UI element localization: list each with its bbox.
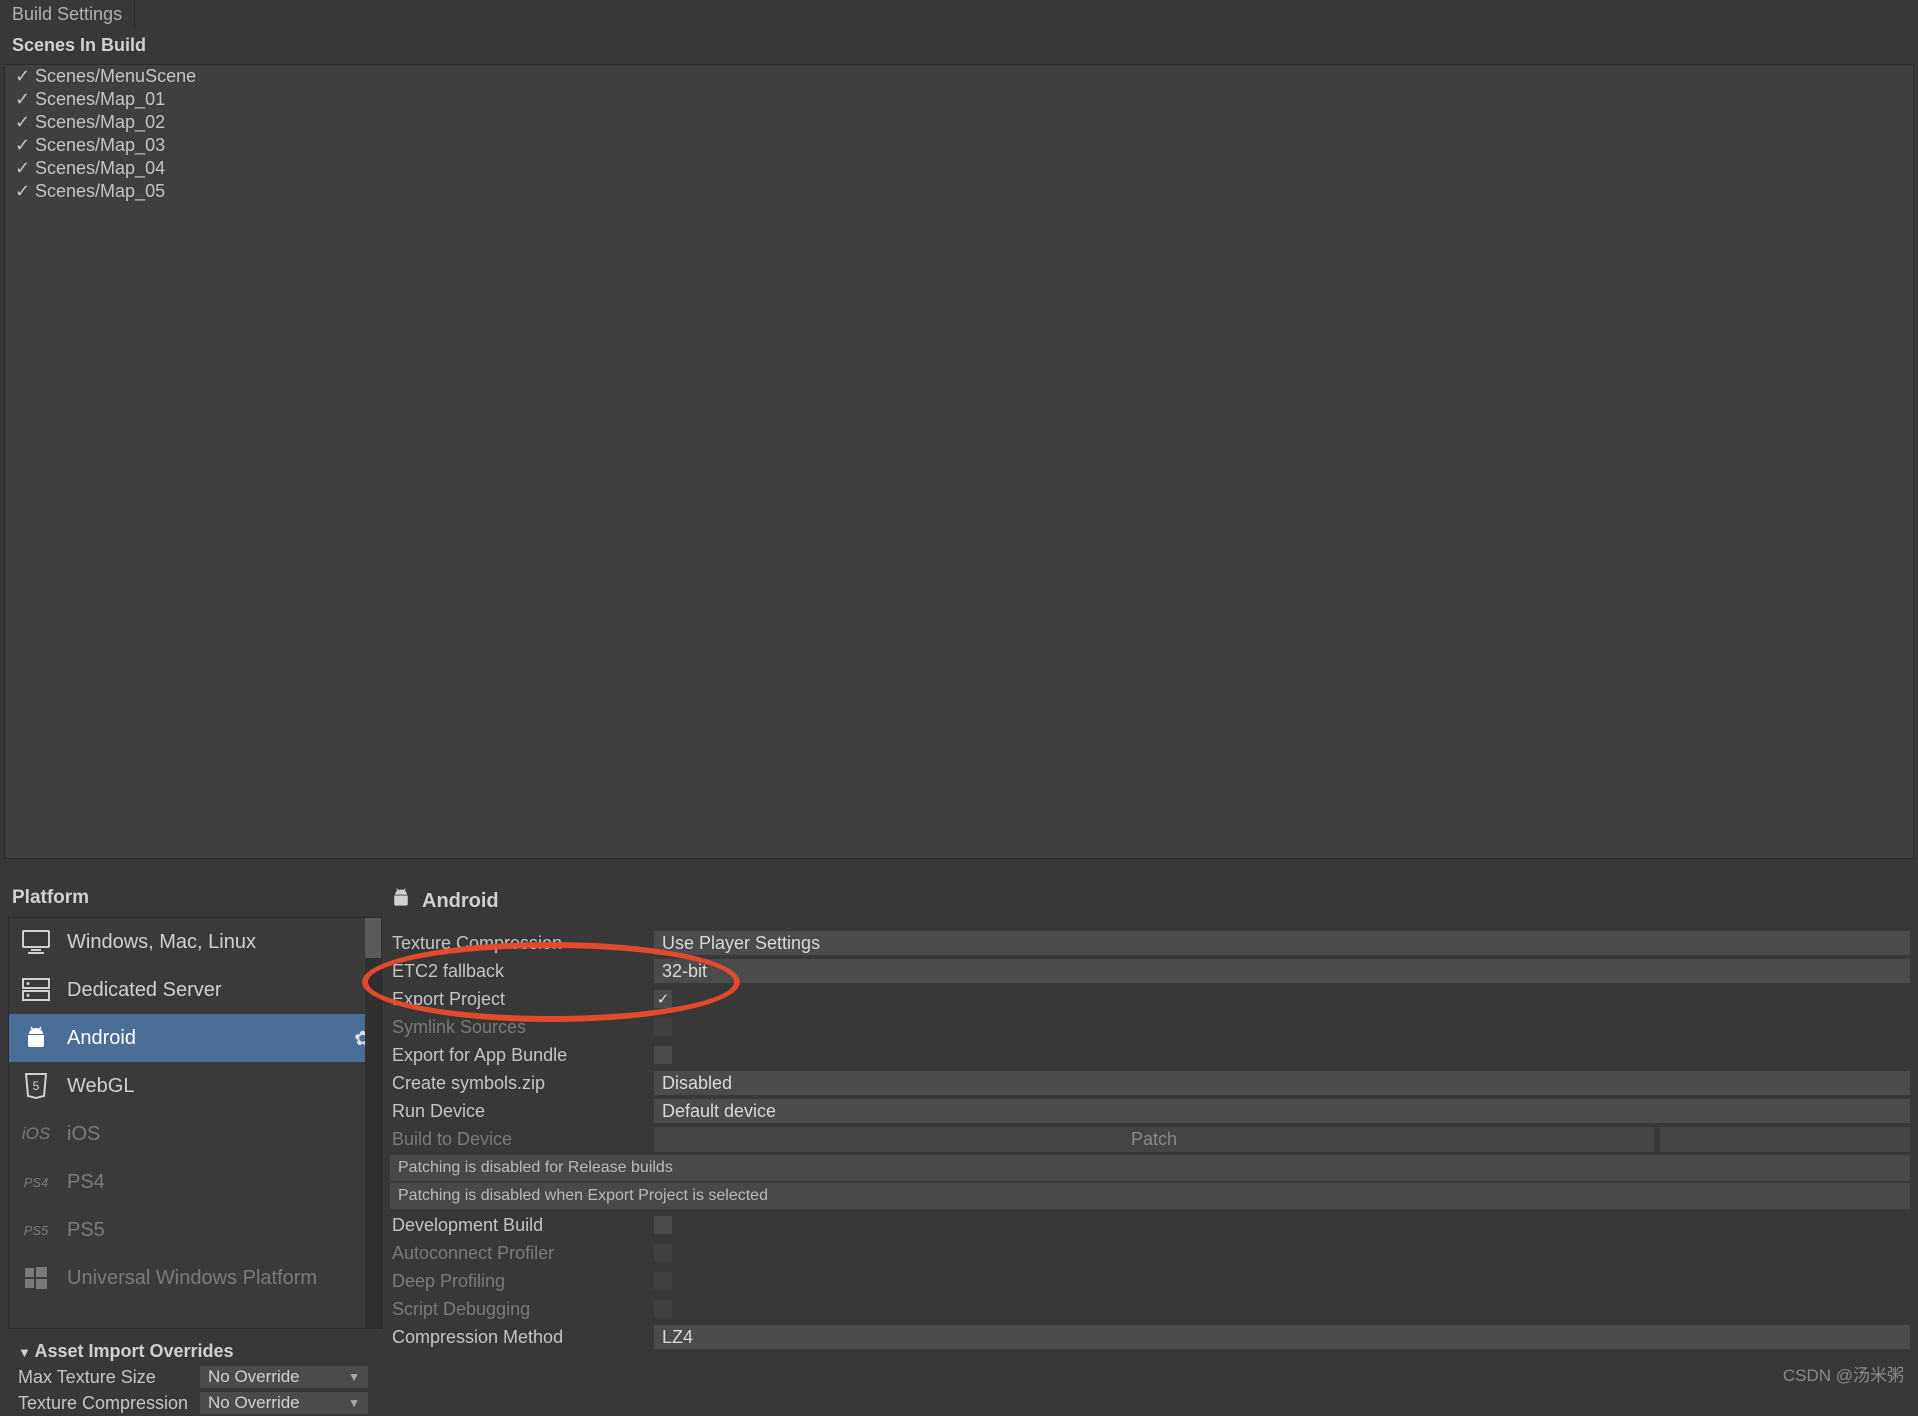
ps5-icon: PS5	[19, 1216, 53, 1244]
texture-compression-override-dropdown[interactable]: No Override ▼	[200, 1392, 368, 1414]
platform-dedicated-server[interactable]: Dedicated Server	[9, 966, 381, 1014]
run-device-label: Run Device	[390, 1101, 654, 1122]
scene-label: Scenes/Map_05	[35, 181, 165, 202]
scene-label: Scenes/Map_03	[35, 135, 165, 156]
check-icon: ✓	[15, 112, 35, 133]
build-to-device-label: Build to Device	[390, 1129, 654, 1150]
check-icon: ✓	[15, 89, 35, 110]
scrollbar-thumb[interactable]	[365, 918, 381, 958]
texture-compression-dropdown[interactable]: Use Player Settings	[654, 931, 1910, 955]
export-project-checkbox[interactable]: ✓	[654, 990, 672, 1008]
export-bundle-checkbox[interactable]	[654, 1046, 672, 1064]
dev-build-label: Development Build	[390, 1215, 654, 1236]
platform-label: PS5	[67, 1219, 105, 1242]
info-banner: Patching is disabled when Export Project…	[390, 1183, 1910, 1209]
current-platform-title: Android	[390, 883, 1910, 929]
scenes-header: Scenes In Build	[0, 29, 1918, 62]
platform-label: Universal Windows Platform	[67, 1267, 317, 1290]
info-banner: Patching is disabled for Release builds	[390, 1155, 1910, 1181]
scrollbar[interactable]	[365, 918, 381, 1328]
scene-label: Scenes/Map_01	[35, 89, 165, 110]
chevron-down-icon: ▼	[348, 1396, 360, 1410]
patch-and-run-button	[1660, 1127, 1910, 1152]
texture-compression-override-label: Texture Compression	[18, 1393, 200, 1414]
script-debug-checkbox	[654, 1300, 672, 1318]
server-icon	[19, 976, 53, 1004]
platform-label: Dedicated Server	[67, 979, 222, 1002]
max-texture-label: Max Texture Size	[18, 1367, 200, 1388]
ios-icon: iOS	[19, 1120, 53, 1148]
compression-method-label: Compression Method	[390, 1327, 654, 1348]
check-icon: ✓	[15, 135, 35, 156]
ps4-icon: PS4	[19, 1168, 53, 1196]
windows-icon	[19, 1264, 53, 1292]
export-bundle-label: Export for App Bundle	[390, 1045, 654, 1066]
run-device-dropdown[interactable]: Default device	[654, 1099, 1910, 1123]
script-debug-label: Script Debugging	[390, 1299, 654, 1320]
platform-label: Windows, Mac, Linux	[67, 931, 256, 954]
platform-windows[interactable]: Windows, Mac, Linux	[9, 918, 381, 966]
monitor-icon	[19, 928, 53, 956]
window-tab[interactable]: Build Settings	[0, 0, 135, 29]
platform-webgl[interactable]: 5 WebGL	[9, 1062, 381, 1110]
platform-android[interactable]: Android ✿	[9, 1014, 381, 1062]
scene-row[interactable]: ✓Scenes/Map_02	[5, 111, 1913, 134]
scene-label: Scenes/Map_04	[35, 158, 165, 179]
autoconnect-checkbox	[654, 1244, 672, 1262]
html5-icon: 5	[19, 1072, 53, 1100]
scene-row[interactable]: ✓Scenes/Map_01	[5, 88, 1913, 111]
overrides-header[interactable]: Asset Import Overrides	[18, 1339, 372, 1364]
scenes-list[interactable]: ✓Scenes/MenuScene ✓Scenes/Map_01 ✓Scenes…	[4, 64, 1914, 859]
export-project-label: Export Project	[390, 989, 654, 1010]
scene-row[interactable]: ✓Scenes/Map_03	[5, 134, 1913, 157]
dropdown-value: No Override	[208, 1367, 300, 1387]
deep-profiling-checkbox	[654, 1272, 672, 1290]
check-icon: ✓	[15, 158, 35, 179]
symlink-label: Symlink Sources	[390, 1017, 654, 1038]
check-icon: ✓	[15, 181, 35, 202]
platform-ps4[interactable]: PS4 PS4	[9, 1158, 381, 1206]
etc2-label: ETC2 fallback	[390, 961, 654, 982]
deep-profiling-label: Deep Profiling	[390, 1271, 654, 1292]
symlink-checkbox	[654, 1018, 672, 1036]
platform-ps5[interactable]: PS5 PS5	[9, 1206, 381, 1254]
platform-header: Platform	[8, 883, 382, 917]
platform-list: Windows, Mac, Linux Dedicated Server And…	[8, 917, 382, 1329]
patch-button: Patch	[654, 1127, 1654, 1152]
check-icon: ✓	[15, 66, 35, 87]
android-icon	[390, 887, 412, 915]
platform-uwp[interactable]: Universal Windows Platform	[9, 1254, 381, 1302]
dropdown-value: No Override	[208, 1393, 300, 1413]
etc2-dropdown[interactable]: 32-bit	[654, 959, 1910, 983]
scene-label: Scenes/Map_02	[35, 112, 165, 133]
chevron-down-icon: ▼	[348, 1370, 360, 1384]
platform-label: Android	[67, 1027, 136, 1050]
current-platform-label: Android	[422, 890, 499, 913]
scene-row[interactable]: ✓Scenes/Map_05	[5, 180, 1913, 203]
svg-text:5: 5	[33, 1079, 40, 1093]
autoconnect-label: Autoconnect Profiler	[390, 1243, 654, 1264]
android-icon	[19, 1024, 53, 1052]
texture-compression-label: Texture Compression	[390, 933, 654, 954]
platform-label: WebGL	[67, 1075, 134, 1098]
watermark: CSDN @汤米粥	[1783, 1361, 1904, 1386]
max-texture-dropdown[interactable]: No Override ▼	[200, 1366, 368, 1388]
create-symbols-label: Create symbols.zip	[390, 1073, 654, 1094]
compression-method-dropdown[interactable]: LZ4	[654, 1325, 1910, 1349]
scene-row[interactable]: ✓Scenes/Map_04	[5, 157, 1913, 180]
platform-ios[interactable]: iOS iOS	[9, 1110, 381, 1158]
dev-build-checkbox[interactable]	[654, 1216, 672, 1234]
platform-label: iOS	[67, 1123, 100, 1146]
create-symbols-dropdown[interactable]: Disabled	[654, 1071, 1910, 1095]
scene-label: Scenes/MenuScene	[35, 66, 196, 87]
scene-row[interactable]: ✓Scenes/MenuScene	[5, 65, 1913, 88]
platform-label: PS4	[67, 1171, 105, 1194]
